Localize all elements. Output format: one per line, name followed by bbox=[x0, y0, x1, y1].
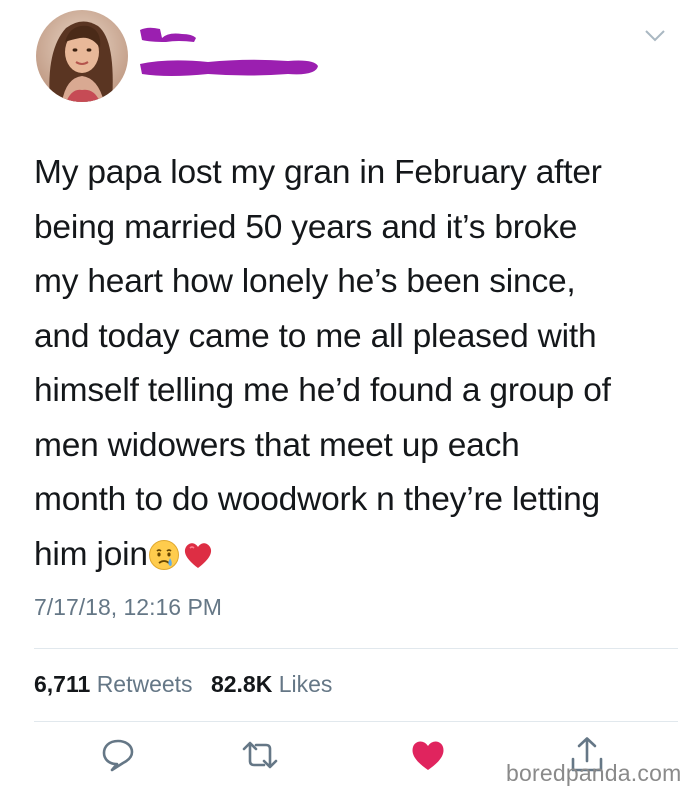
profile-avatar[interactable] bbox=[36, 10, 128, 102]
retweets-count[interactable]: 6,711 bbox=[34, 671, 90, 697]
tweet-text: My papa lost my gran in February after be… bbox=[34, 146, 674, 582]
redacted-username bbox=[140, 59, 318, 76]
redacted-display-name bbox=[140, 27, 196, 42]
chevron-down-icon[interactable] bbox=[644, 28, 666, 44]
tweet-timestamp[interactable]: 7/17/18, 12:16 PM bbox=[34, 594, 222, 621]
tweet-line: men widowers that meet up each bbox=[34, 426, 520, 464]
divider bbox=[34, 648, 678, 649]
watermark: boredpanda.com bbox=[506, 760, 682, 786]
retweet-icon[interactable] bbox=[240, 735, 280, 775]
tweet-line: My papa lost my gran in February after bbox=[34, 154, 602, 191]
divider bbox=[34, 721, 678, 722]
tweet-line: and today came to me all pleased with bbox=[34, 317, 597, 355]
tweet-line: being married 50 years and it’s broke bbox=[34, 208, 578, 246]
tweet-last-line: him join bbox=[34, 535, 148, 573]
likes-label[interactable]: Likes bbox=[279, 671, 333, 697]
red-heart-icon bbox=[184, 542, 211, 568]
tweet-line: month to do woodwork n they’re letting bbox=[34, 481, 600, 518]
tweet-line: my heart how lonely he’s been since, bbox=[34, 263, 576, 300]
tweet-line: him join bbox=[34, 528, 674, 583]
tweet-line: himself telling me he’d found a group of bbox=[34, 372, 611, 409]
reply-icon[interactable] bbox=[98, 735, 138, 775]
crying-face-icon bbox=[148, 539, 179, 570]
tweet-stats: 6,711 Retweets 82.8K Likes bbox=[34, 671, 344, 698]
likes-count[interactable]: 82.8K bbox=[211, 671, 272, 697]
like-icon[interactable] bbox=[408, 735, 448, 775]
retweets-label[interactable]: Retweets bbox=[97, 671, 193, 697]
